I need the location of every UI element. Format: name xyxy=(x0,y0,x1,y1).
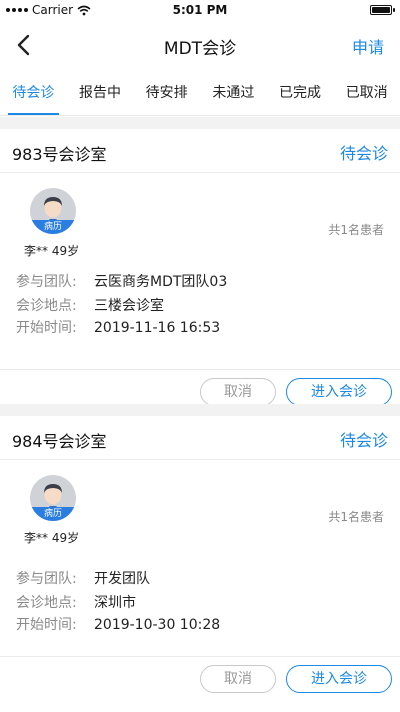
status-bar: Carrier 5:01 PM xyxy=(0,0,400,20)
tab-pending[interactable]: 待会诊 xyxy=(0,70,67,115)
consultation-card: 984号会诊室 待会诊 病历 李** 49岁 共1名患者 参与团队: 开发团队 会… xyxy=(0,416,400,708)
cancel-button[interactable]: 取消 xyxy=(200,665,276,693)
page-title: MDT会诊 xyxy=(163,39,237,59)
tab-cancelled[interactable]: 已取消 xyxy=(333,70,400,115)
tab-rejected[interactable]: 未通过 xyxy=(200,70,267,115)
avatar[interactable]: 病历 xyxy=(30,188,76,234)
team-label: 参与团队: xyxy=(16,571,77,587)
status-label[interactable]: 待会诊 xyxy=(340,140,388,164)
location-row: 会诊地点: 深圳市 xyxy=(16,593,136,613)
room-name: 983号会诊室 xyxy=(12,145,107,164)
start-time-label: 开始时间: xyxy=(16,320,77,336)
avatar[interactable]: 病历 xyxy=(30,475,76,521)
status-time: 5:01 PM xyxy=(172,3,228,17)
location-value: 三楼会诊室 xyxy=(94,298,164,314)
card-header: 983号会诊室 待会诊 xyxy=(0,129,400,173)
tab-completed[interactable]: 已完成 xyxy=(267,70,334,115)
patient-count: 共1名患者 xyxy=(328,223,384,237)
start-time-row: 开始时间: 2019-11-16 16:53 xyxy=(16,318,220,338)
enter-consultation-button[interactable]: 进入会诊 xyxy=(286,378,392,406)
tab-reporting[interactable]: 报告中 xyxy=(67,70,134,115)
team-label: 参与团队: xyxy=(16,274,77,290)
battery-icon xyxy=(370,5,392,15)
section-gap xyxy=(0,117,400,129)
card-header: 984号会诊室 待会诊 xyxy=(0,416,400,460)
room-name: 984号会诊室 xyxy=(12,432,107,451)
divider xyxy=(0,369,400,370)
patient-count: 共1名患者 xyxy=(328,510,384,524)
location-value: 深圳市 xyxy=(94,595,136,611)
start-time-row: 开始时间: 2019-10-30 10:28 xyxy=(16,615,220,635)
consultation-card: 983号会诊室 待会诊 病历 李** 49岁 共1名患者 参与团队: 云医商务MD… xyxy=(0,129,400,421)
tab-bar: 待会诊 报告中 待安排 未通过 已完成 已取消 xyxy=(0,70,400,116)
cancel-button[interactable]: 取消 xyxy=(200,378,276,406)
location-row: 会诊地点: 三楼会诊室 xyxy=(16,296,164,316)
team-value: 云医商务MDT团队03 xyxy=(94,274,228,290)
patient-name: 李** 49岁 xyxy=(24,531,80,545)
battery-tip xyxy=(393,8,395,12)
record-tag: 病历 xyxy=(30,507,76,521)
apply-button[interactable]: 申请 xyxy=(352,34,384,58)
location-label: 会诊地点: xyxy=(16,298,77,314)
record-tag: 病历 xyxy=(30,220,76,234)
divider xyxy=(0,656,400,657)
start-time-value: 2019-10-30 10:28 xyxy=(94,617,221,633)
team-value: 开发团队 xyxy=(94,571,150,587)
start-time-value: 2019-11-16 16:53 xyxy=(94,320,221,336)
location-label: 会诊地点: xyxy=(16,595,77,611)
team-row: 参与团队: 开发团队 xyxy=(16,569,150,589)
status-label[interactable]: 待会诊 xyxy=(340,427,388,451)
tab-scheduling[interactable]: 待安排 xyxy=(133,70,200,115)
patient-name: 李** 49岁 xyxy=(24,244,80,258)
start-time-label: 开始时间: xyxy=(16,617,77,633)
nav-bar: MDT会诊 申请 xyxy=(0,22,400,66)
enter-consultation-button[interactable]: 进入会诊 xyxy=(286,665,392,693)
section-gap xyxy=(0,404,400,416)
team-row: 参与团队: 云医商务MDT团队03 xyxy=(16,272,227,292)
